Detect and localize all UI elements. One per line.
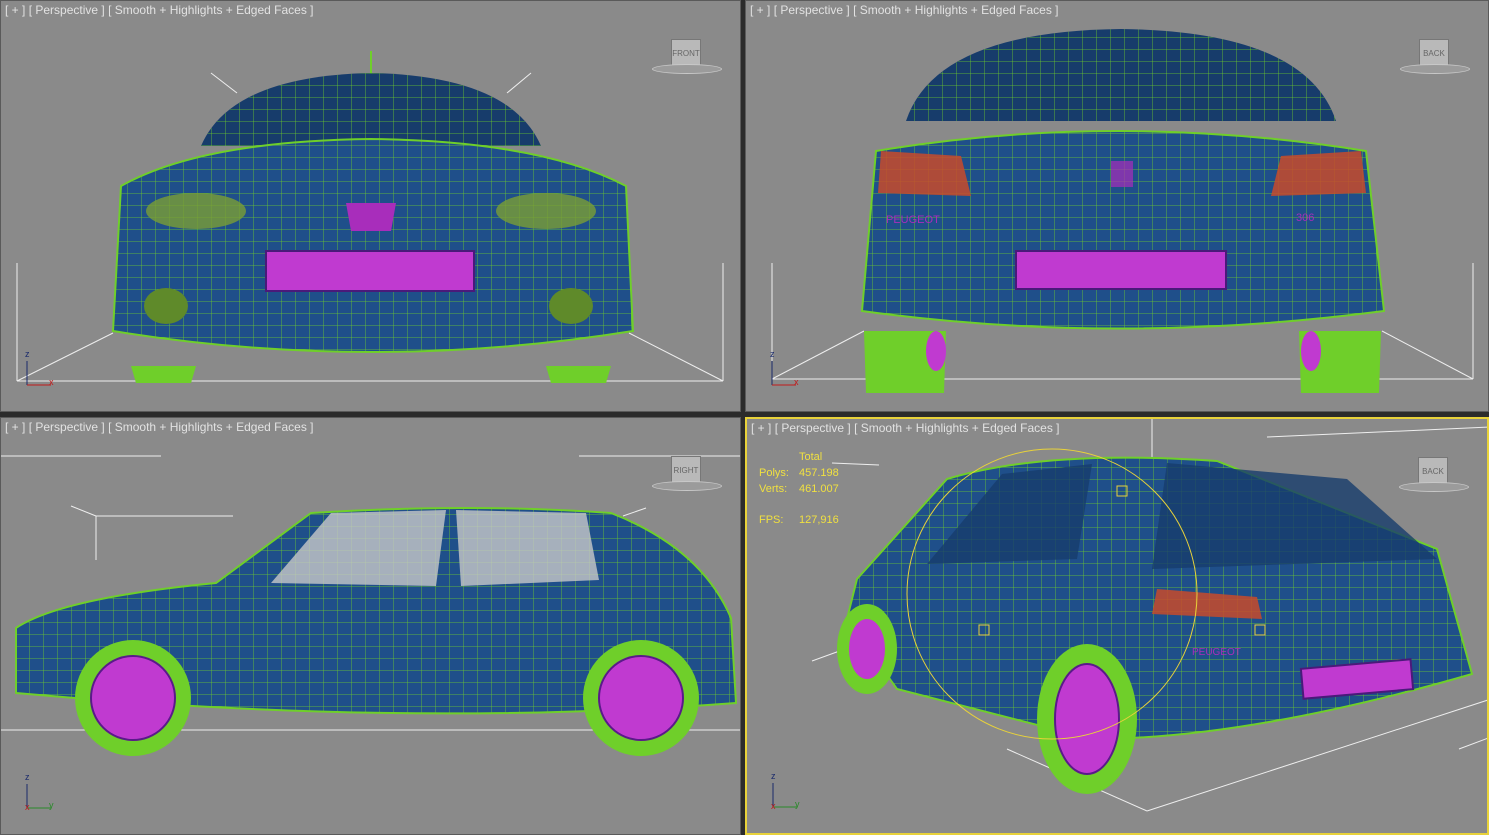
- stats-verts-label: Verts:: [759, 483, 788, 495]
- axis-gizmo: z x: [770, 349, 799, 387]
- viewcube[interactable]: RIGHT: [652, 456, 722, 496]
- car-front-render: [16, 51, 724, 383]
- viewport-label: [ + ] [ Perspective ] [ Smooth + Highlig…: [750, 3, 1059, 17]
- viewcube[interactable]: BACK: [1399, 457, 1469, 497]
- axis-gizmo: z x: [25, 349, 54, 387]
- stats-total-label: Total: [799, 451, 823, 463]
- stats-polys-label: Polys:: [759, 467, 789, 479]
- viewport-menu-plus[interactable]: [ + ]: [5, 3, 25, 17]
- viewcube-ring[interactable]: [652, 64, 722, 74]
- viewport-right[interactable]: [ + ] [ Perspective ] [ Smooth + Highlig…: [0, 417, 741, 835]
- axis-gizmo: z x y: [25, 772, 54, 812]
- viewport-perspective[interactable]: [ + ] [ Perspective ] [ Smooth + Highlig…: [745, 417, 1489, 835]
- viewport-menu-plus[interactable]: [ + ]: [751, 421, 771, 435]
- viewport-menu-shading[interactable]: [ Smooth + Highlights + Edged Faces ]: [108, 420, 313, 434]
- badge-model: 306: [1296, 212, 1314, 224]
- viewcube[interactable]: BACK: [1400, 39, 1470, 79]
- viewcube-face[interactable]: BACK: [1418, 457, 1448, 485]
- car-back-render: PEUGEOT 306: [771, 29, 1474, 393]
- viewport-menu-shading[interactable]: [ Smooth + Highlights + Edged Faces ]: [108, 3, 313, 17]
- viewport-menu-shading[interactable]: [ Smooth + Highlights + Edged Faces ]: [854, 421, 1059, 435]
- viewport-back[interactable]: [ + ] [ Perspective ] [ Smooth + Highlig…: [745, 0, 1489, 412]
- axis-gizmo: z x y: [771, 771, 800, 811]
- viewcube-face[interactable]: RIGHT: [671, 456, 701, 484]
- viewport-front[interactable]: [ + ] [ Perspective ] [ Smooth + Highlig…: [0, 0, 741, 412]
- stats-verts-value: 461.007: [799, 483, 839, 495]
- viewport-menu-plus[interactable]: [ + ]: [750, 3, 770, 17]
- stats-fps-value: 127,916: [799, 514, 839, 526]
- viewport-menu-pov[interactable]: [ Perspective ]: [29, 3, 105, 17]
- badge-brand: PEUGEOT: [886, 214, 940, 226]
- viewcube-ring[interactable]: [1399, 482, 1469, 492]
- viewcube-face[interactable]: BACK: [1419, 39, 1449, 67]
- viewcube[interactable]: FRONT: [652, 39, 722, 79]
- car-perspective-render: PEUGEOT: [811, 419, 1487, 812]
- viewport-label: [ + ] [ Perspective ] [ Smooth + Highlig…: [751, 421, 1060, 435]
- car-side-render: [1, 455, 740, 756]
- viewcube-ring[interactable]: [652, 481, 722, 491]
- viewport-menu-shading[interactable]: [ Smooth + Highlights + Edged Faces ]: [853, 3, 1058, 17]
- viewcube-face[interactable]: FRONT: [671, 39, 701, 67]
- stats-polys-value: 457.198: [799, 467, 839, 479]
- viewport-menu-pov[interactable]: [ Perspective ]: [774, 3, 850, 17]
- viewport-label: [ + ] [ Perspective ] [ Smooth + Highlig…: [5, 3, 314, 17]
- badge-brand: PEUGEOT: [1192, 647, 1241, 658]
- scene-statistics: Total Polys: 457.198 Verts: 461.007 FPS: 12…: [759, 449, 839, 528]
- stats-fps-label: FPS:: [759, 514, 784, 526]
- viewcube-ring[interactable]: [1400, 64, 1470, 74]
- viewport-menu-pov[interactable]: [ Perspective ]: [775, 421, 851, 435]
- viewport-label: [ + ] [ Perspective ] [ Smooth + Highlig…: [5, 420, 314, 434]
- viewport-menu-plus[interactable]: [ + ]: [5, 420, 25, 434]
- viewport-grid: [ + ] [ Perspective ] [ Smooth + Highlig…: [0, 0, 1489, 835]
- viewport-menu-pov[interactable]: [ Perspective ]: [29, 420, 105, 434]
